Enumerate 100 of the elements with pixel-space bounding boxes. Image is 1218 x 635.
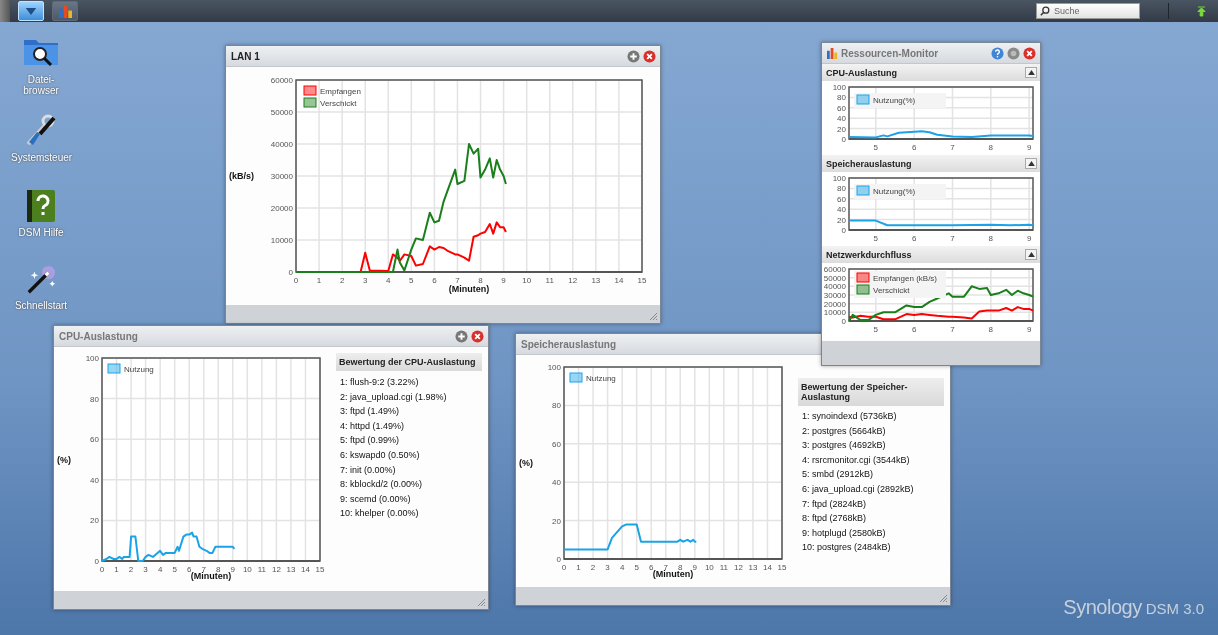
wallpaper-logo: DSM 3.0: [1145, 600, 1204, 617]
ranking-item: 9: hotplugd (2580kB): [801, 526, 887, 540]
axis-tick-label: 2: [128, 565, 134, 574]
axis-title: (kB/s): [229, 171, 254, 181]
desktop-icon-label[interactable]: Systemsteuer: [11, 152, 71, 163]
axis-tick-label: 30000: [270, 172, 293, 181]
taskbar-handle: [0, 0, 10, 22]
window-title: Speicherauslastung: [521, 338, 618, 350]
window-titlebar[interactable]: LAN 1: [226, 46, 660, 67]
axis-tick-label: 40000: [823, 282, 846, 292]
axis-tick-label: 1: [316, 276, 322, 285]
axis-tick-label: 8: [478, 276, 483, 285]
pin-icon[interactable]: [1197, 5, 1206, 17]
help-book-icon[interactable]: [26, 189, 56, 223]
add-icon[interactable]: [627, 49, 640, 63]
axis-tick-label: 40000: [270, 140, 293, 149]
bar-chart-icon: [57, 4, 73, 18]
app-button[interactable]: [52, 1, 78, 21]
axis-tick-label: 3: [362, 276, 368, 285]
desktop-icon-label[interactable]: DSM Hilfe: [11, 227, 71, 238]
resize-grip-icon[interactable]: [477, 598, 485, 606]
axis-tick-label: 9: [230, 565, 236, 574]
axis-tick-label: 30000: [823, 291, 846, 300]
wallpaper-logo: Synology: [1063, 596, 1142, 619]
axis-tick-label: 0: [99, 565, 105, 574]
tools-icon[interactable]: [24, 114, 58, 148]
legend-swatch-icon: [569, 372, 583, 383]
legend-swatch-icon: [303, 85, 317, 96]
ranking-header: Bewertung der CPU-Auslastung: [336, 353, 482, 371]
axis-tick-label: 40: [552, 478, 561, 488]
axis-tick-label: 6: [186, 565, 192, 574]
axis-tick-label: 100: [85, 354, 99, 363]
axis-tick-label: 0: [841, 317, 846, 326]
axis-tick-label: 80: [837, 184, 846, 194]
axis-tick-label: 13: [286, 565, 296, 574]
section-title: Netzwerkdurchfluss: [826, 249, 913, 260]
axis-tick-label: 60000: [270, 76, 293, 85]
axis-tick-label: 20: [837, 215, 846, 225]
ranking-item: 9: scemd (0.00%): [339, 492, 412, 506]
window-titlebar[interactable]: CPU-Auslastung: [54, 326, 488, 347]
close-icon[interactable]: [471, 329, 484, 343]
axis-tick-label: 3: [143, 565, 148, 574]
axis-tick-label: 6: [911, 325, 917, 334]
axis-tick-label: 14: [614, 276, 624, 285]
collapse-arrow-icon: [1027, 70, 1035, 75]
axis-tick-label: 100: [832, 174, 846, 183]
ranking-item: 7: init (0.00%): [339, 463, 397, 477]
section-title: CPU-Auslastung: [826, 67, 898, 78]
axis-tick-label: 60: [837, 103, 846, 113]
magic-wand-icon[interactable]: [25, 264, 57, 296]
axis-tick-label: 0: [561, 563, 567, 572]
axis-tick-label: 10000: [823, 308, 846, 318]
axis-tick-label: 8: [678, 563, 683, 572]
axis-tick-label: 0: [293, 276, 299, 285]
desktop-icon-label[interactable]: Schnellstart: [11, 300, 71, 311]
close-icon[interactable]: [643, 49, 656, 63]
axis-title: (Minuten): [190, 571, 232, 581]
window-titlebar[interactable]: Ressourcen-Monitor: [822, 43, 1040, 64]
axis-tick-label: 14: [763, 563, 772, 572]
axis-tick-label: 9: [1026, 234, 1032, 243]
ranking-item: 8: ftpd (2768kB): [801, 512, 868, 526]
ranking-item: 1: flush-9:2 (3.22%): [339, 376, 420, 389]
collapse-button[interactable]: [1025, 249, 1037, 260]
axis-tick-label: 40: [90, 475, 99, 485]
axis-tick-label: 60: [552, 439, 561, 449]
main-menu-button[interactable]: [18, 1, 44, 21]
resize-grip-icon[interactable]: [649, 312, 657, 320]
resize-grip-icon[interactable]: [939, 594, 947, 602]
axis-tick-label: 15: [637, 276, 647, 285]
axis-tick-label: 6: [648, 563, 654, 572]
collapse-button[interactable]: [1025, 158, 1037, 169]
axis-tick-label: 10000: [270, 236, 293, 245]
axis-tick-label: 0: [556, 555, 561, 564]
axis-tick-label: 15: [777, 563, 787, 572]
add-icon[interactable]: [455, 329, 468, 343]
axis-tick-label: 80: [552, 401, 561, 411]
collapse-arrow-icon: [1027, 252, 1035, 257]
legend-label: Nutzung: [586, 374, 616, 383]
close-icon[interactable]: [1023, 46, 1036, 60]
ranking-item: 7: ftpd (2824kB): [801, 497, 868, 511]
axis-tick-label: 0: [841, 135, 846, 144]
axis-tick-label: 4: [619, 563, 625, 572]
axis-tick-label: 5: [873, 234, 879, 243]
axis-tick-label: 6: [911, 234, 917, 243]
legend-swatch-icon: [856, 272, 870, 283]
window-title: LAN 1: [231, 50, 261, 62]
legend-label: Empfangen (kB/s): [873, 274, 938, 283]
collapse-button[interactable]: [1025, 67, 1037, 78]
axis-tick-label: 7: [950, 234, 955, 243]
axis-title: (%): [519, 458, 533, 468]
search-field[interactable]: Suche: [1054, 6, 1124, 16]
search-box[interactable]: Suche: [1036, 3, 1140, 19]
help-icon[interactable]: [991, 46, 1004, 60]
axis-tick-label: 5: [172, 565, 177, 574]
ranking-item: 10: postgres (2484kB): [801, 541, 892, 555]
minimize-icon[interactable]: [1007, 46, 1020, 60]
axis-tick-label: 80: [837, 93, 846, 103]
axis-tick-label: 11: [257, 565, 266, 574]
search-icon: [1040, 6, 1050, 16]
desktop-icon-label[interactable]: Datei-browser: [11, 74, 71, 96]
